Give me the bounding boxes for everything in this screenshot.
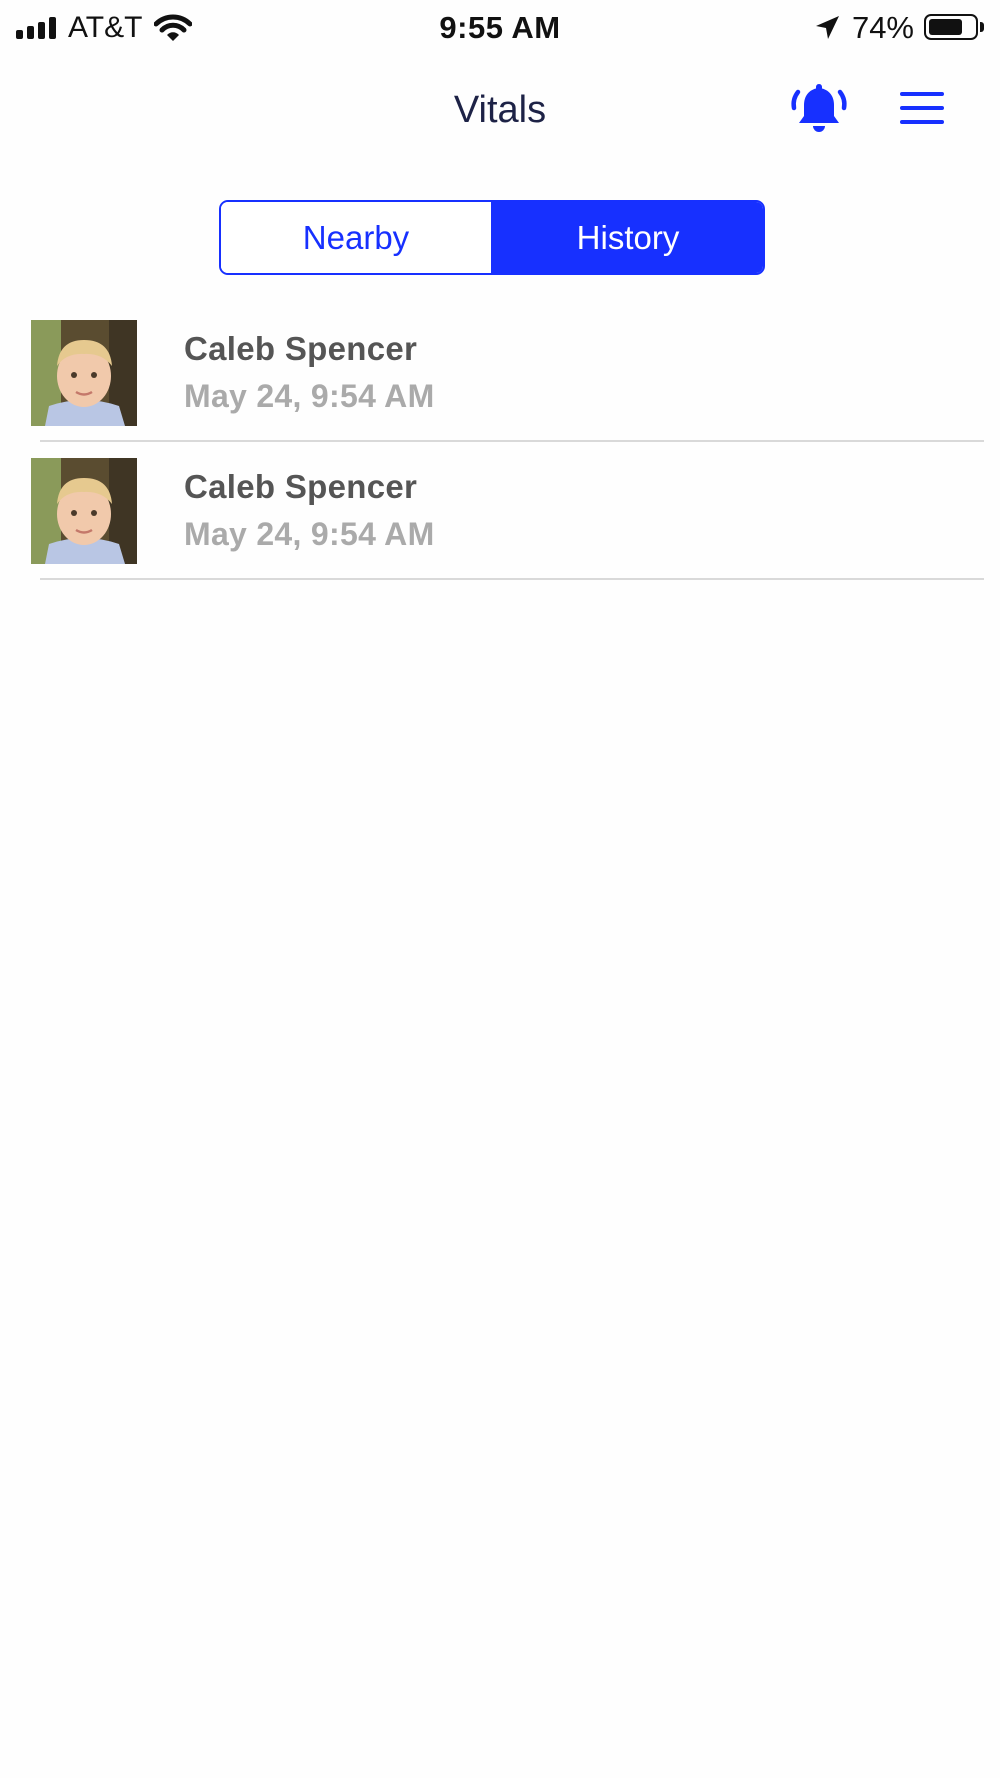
timestamp: May 24, 9:54 AM (184, 378, 435, 414)
history-list: Caleb Spencer May 24, 9:54 AM Caleb Spen… (0, 318, 1000, 594)
list-item[interactable]: Caleb Spencer May 24, 9:54 AM (0, 318, 1000, 456)
avatar (31, 320, 137, 426)
page-title: Vitals (453, 89, 547, 131)
bell-icon (791, 84, 847, 132)
divider (40, 578, 984, 580)
status-bar: AT&T 9:55 AM 74% (0, 0, 1000, 56)
menu-icon-bar (900, 92, 944, 96)
avatar (31, 458, 137, 564)
tab-nearby[interactable]: Nearby (221, 202, 493, 273)
list-item[interactable]: Caleb Spencer May 24, 9:54 AM (0, 456, 1000, 594)
divider (40, 440, 984, 442)
menu-icon-bar (900, 106, 944, 110)
timestamp: May 24, 9:54 AM (184, 516, 435, 552)
segmented-control: Nearby History (219, 200, 765, 275)
battery-percent: 74% (851, 10, 914, 45)
tab-history[interactable]: History (493, 202, 763, 273)
contact-name: Caleb Spencer (184, 468, 418, 505)
status-right: 74% (812, 8, 984, 48)
battery-icon (924, 14, 984, 42)
location-arrow-icon (815, 16, 839, 39)
notifications-button[interactable] (788, 78, 850, 140)
menu-icon-bar (900, 120, 944, 124)
contact-name: Caleb Spencer (184, 330, 418, 367)
battery-fill (929, 19, 962, 35)
menu-button[interactable] (900, 84, 944, 132)
